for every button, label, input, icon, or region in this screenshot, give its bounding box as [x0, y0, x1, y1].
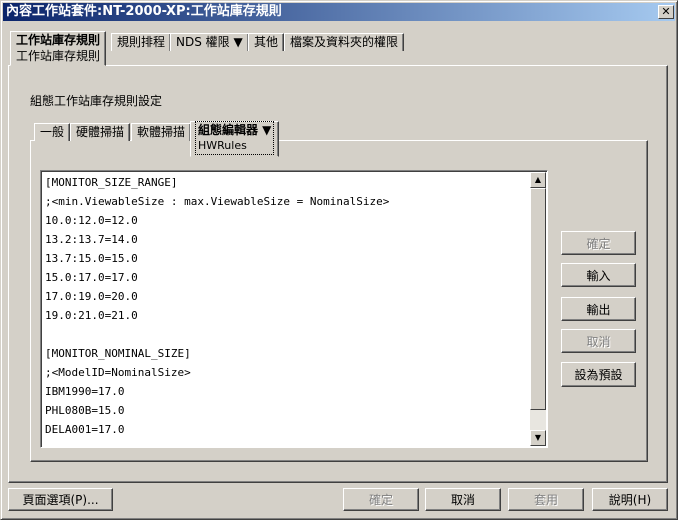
tab-file-rights[interactable]: 檔案及資料夾的權限 [284, 33, 405, 51]
scroll-up-icon[interactable]: ▲ [530, 172, 546, 188]
import-button[interactable]: 輸入 [561, 263, 636, 287]
scroll-down-icon[interactable]: ▼ [530, 430, 546, 446]
tab-sub-label: 工作站庫存規則 [16, 49, 101, 63]
ok-button[interactable]: 確定 [343, 488, 419, 511]
editor-lines: [MONITOR_SIZE_RANGE] ;<min.ViewableSize :… [45, 173, 389, 439]
config-editor-textarea[interactable]: [MONITOR_SIZE_RANGE] ;<min.ViewableSize :… [40, 170, 548, 448]
section-label: 組態工作站庫存規則設定 [30, 94, 163, 108]
editor-line: ;<min.ViewableSize : max.ViewableSize = … [45, 195, 390, 208]
inner-tab-general[interactable]: 一般 [34, 123, 71, 141]
editor-line: ;<ModelID=NominalSize> [45, 366, 191, 379]
cancel-side-button[interactable]: 取消 [561, 329, 636, 353]
inner-tab-config-editor[interactable]: 組態編輯器 ▼ HWRules [190, 121, 280, 157]
editor-line: [MONITOR_NOMINAL_SIZE] [45, 347, 191, 360]
editor-line: DELA001=17.0 [45, 423, 125, 436]
page-options-button[interactable]: 頁面選項(P)... [8, 488, 113, 511]
tab-schedule[interactable]: 規則排程 [111, 33, 172, 51]
editor-line: 10.0:12.0=12.0 [45, 214, 138, 227]
tab-workstation-inventory[interactable]: 工作站庫存規則 工作站庫存規則 [10, 31, 107, 66]
inner-tab-sub-label: HWRules [198, 139, 247, 152]
title-bar: 內容工作站套件:NT-2000-XP:工作站庫存規則 [3, 3, 675, 21]
editor-line: 13.7:15.0=15.0 [45, 252, 138, 265]
window-title: 內容工作站套件:NT-2000-XP:工作站庫存規則 [6, 4, 282, 19]
editor-line: 13.2:13.7=14.0 [45, 233, 138, 246]
inner-tab-software-scan[interactable]: 軟體掃描 [131, 123, 192, 141]
ok-side-button[interactable]: 確定 [561, 231, 636, 255]
inner-tab-label: 組態編輯器 ▼ [198, 123, 272, 137]
vertical-scrollbar[interactable]: ▲ ▼ [530, 172, 546, 446]
help-button[interactable]: 說明(H) [592, 488, 668, 511]
close-button[interactable]: ✕ [658, 5, 674, 19]
scroll-thumb[interactable] [530, 188, 546, 410]
tab-other[interactable]: 其他 [248, 33, 285, 51]
set-default-button[interactable]: 設為預設 [561, 362, 636, 387]
export-button[interactable]: 輸出 [561, 297, 636, 321]
editor-line: 15.0:17.0=17.0 [45, 271, 138, 284]
tab-label: 工作站庫存規則 [16, 33, 101, 47]
editor-line: 17.0:19.0=20.0 [45, 290, 138, 303]
apply-button[interactable]: 套用 [508, 488, 584, 511]
editor-line: 19.0:21.0=21.0 [45, 309, 138, 322]
editor-line: PHL080B=15.0 [45, 404, 125, 417]
tab-nds-rights[interactable]: NDS 權限 ▼ [170, 33, 249, 51]
inner-tab-hardware-scan[interactable]: 硬體掃描 [70, 123, 131, 141]
cancel-button[interactable]: 取消 [425, 488, 501, 511]
editor-line: IBM1990=17.0 [45, 385, 125, 398]
editor-line: [MONITOR_SIZE_RANGE] [45, 176, 178, 189]
